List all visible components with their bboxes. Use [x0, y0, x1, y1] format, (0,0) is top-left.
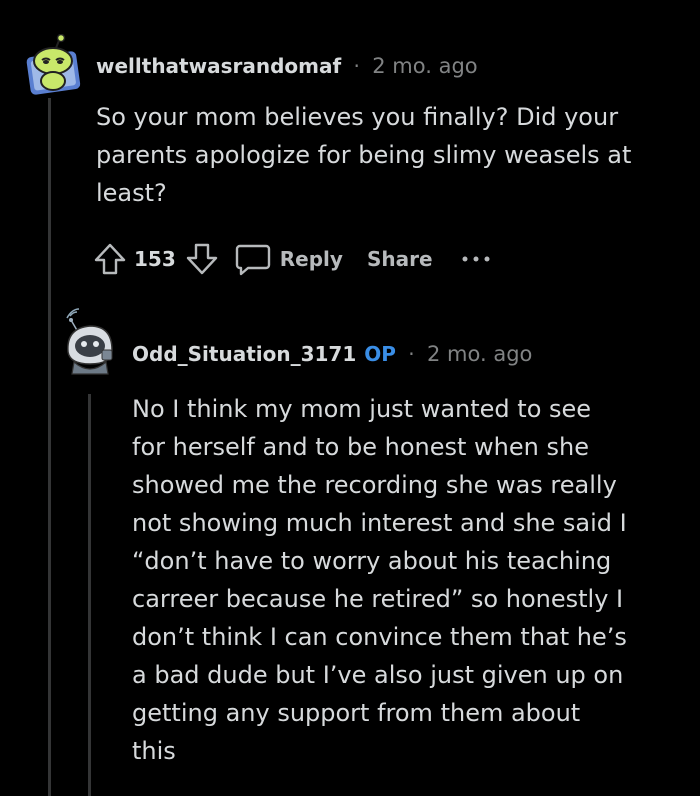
comment-body-line: getting any support from them about: [132, 699, 581, 727]
share-button[interactable]: Share: [367, 247, 433, 271]
meta-separator: ·: [353, 54, 360, 78]
snoo-avatar-icon: [66, 308, 113, 375]
timestamp[interactable]: 2 mo. ago: [427, 342, 532, 366]
more-options-button[interactable]: [461, 254, 491, 264]
speech-bubble-icon: [234, 241, 272, 277]
thread-line[interactable]: [88, 394, 91, 796]
comment-body-line: “don’t have to worry about his teaching: [132, 547, 612, 575]
thread-line[interactable]: [48, 98, 51, 796]
comment-body-line: showed me the recording she was really: [132, 471, 617, 499]
more-dots-icon: [461, 254, 491, 264]
comment-body: So your mom believes you finally? Did yo…: [96, 98, 666, 212]
comment-body-line: not showing much interest and she said I: [132, 509, 627, 537]
avatar[interactable]: [62, 306, 118, 376]
comment-body-line: carreer because he retired” so honestly …: [132, 585, 624, 613]
username-link[interactable]: Odd_Situation_3171: [132, 342, 356, 366]
timestamp[interactable]: 2 mo. ago: [372, 54, 477, 78]
comment-body-line: least?: [96, 179, 167, 207]
meta-separator: ·: [408, 342, 415, 366]
vote-group: 153: [92, 241, 220, 277]
comment-body-line: No I think my mom just wanted to see: [132, 395, 592, 423]
comment-body-line: parents apologize for being slimy weasel…: [96, 141, 632, 169]
snoo-avatar-icon: [26, 34, 81, 95]
username-link[interactable]: wellthatwasrandomaf: [96, 54, 341, 78]
comment-body-line: a bad dude but I’ve also just given up o…: [132, 661, 624, 689]
comment-body-line: for herself and to be honest when she: [132, 433, 589, 461]
comment-meta: wellthatwasrandomaf · 2 mo. ago: [96, 54, 478, 78]
arrow-down-icon[interactable]: [184, 241, 220, 277]
comment-body-line: don’t think I can convince them that he’…: [132, 623, 627, 651]
arrow-up-icon[interactable]: [92, 241, 128, 277]
comment-body-line: this: [132, 737, 176, 765]
share-label: Share: [366, 247, 433, 271]
comment-actions: 153 Reply Share: [92, 236, 491, 282]
op-badge: OP: [364, 342, 396, 366]
vote-count: 153: [134, 247, 176, 271]
comment-meta: Odd_Situation_3171 OP · 2 mo. ago: [132, 342, 532, 366]
comment-body: No I think my mom just wanted to see for…: [132, 390, 672, 770]
reply-label: Reply: [279, 247, 343, 271]
avatar[interactable]: [22, 34, 84, 96]
comment-body-line: So your mom believes you finally? Did yo…: [96, 103, 619, 131]
reply-button[interactable]: Reply: [234, 241, 343, 277]
